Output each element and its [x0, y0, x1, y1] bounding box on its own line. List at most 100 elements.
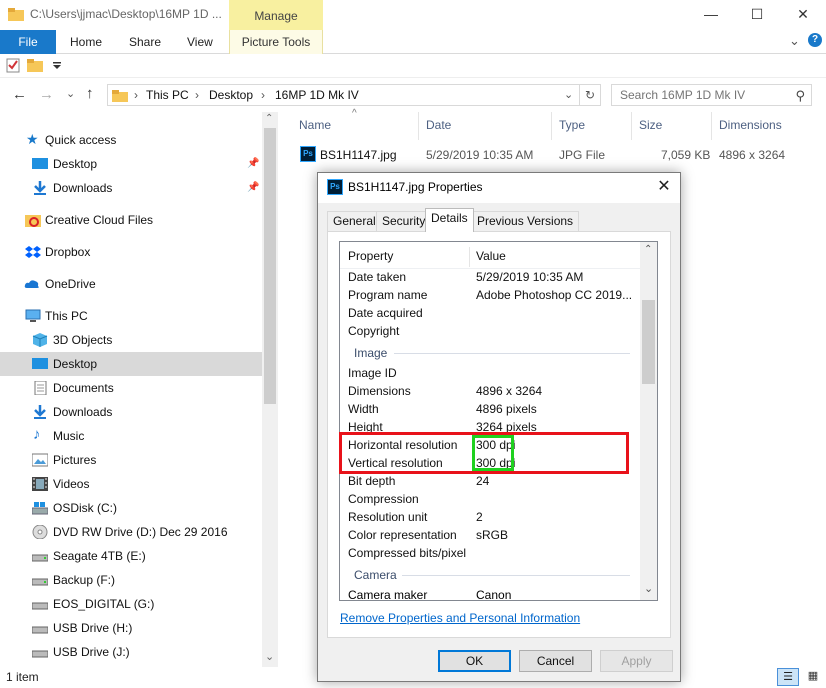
nav-item-eos-digital[interactable]: EOS_DIGITAL (G:) — [0, 592, 262, 616]
nav-item-seagate[interactable]: Seagate 4TB (E:) — [0, 544, 262, 568]
value-camera-maker[interactable]: Canon — [476, 588, 511, 600]
nav-item-documents[interactable]: Documents — [0, 376, 262, 400]
dialog-close-button[interactable]: ✕ — [650, 175, 678, 199]
help-icon[interactable]: ? — [808, 33, 822, 47]
tab-details[interactable]: Details — [425, 208, 474, 232]
property-width[interactable]: Width — [348, 402, 379, 416]
ok-button[interactable]: OK — [438, 650, 511, 672]
pictures-icon — [32, 453, 48, 467]
nav-item-creative-cloud[interactable]: Creative Cloud Files — [0, 208, 262, 232]
nav-item-dropbox[interactable]: Dropbox — [0, 240, 262, 264]
property-copyright[interactable]: Copyright — [348, 324, 399, 338]
value-color-representation[interactable]: sRGB — [476, 528, 508, 542]
customize-toolbar-icon[interactable] — [53, 62, 61, 70]
nav-item-desktop-pinned[interactable]: Desktop 📌 — [0, 152, 262, 176]
nav-item-osdisk[interactable]: OSDisk (C:) — [0, 496, 262, 520]
tab-file[interactable]: File — [0, 30, 56, 54]
column-property[interactable]: Property — [348, 249, 393, 263]
value-date-taken[interactable]: 5/29/2019 10:35 AM — [476, 270, 583, 284]
nav-item-quick-access[interactable]: ★ Quick access — [0, 128, 262, 152]
back-button[interactable]: ← — [12, 86, 27, 103]
details-view-button[interactable]: ☰ — [777, 668, 799, 686]
column-value[interactable]: Value — [476, 249, 506, 263]
property-color-representation[interactable]: Color representation — [348, 528, 457, 542]
value-resolution-unit[interactable]: 2 — [476, 510, 483, 524]
property-image-id[interactable]: Image ID — [348, 366, 397, 380]
properties-icon[interactable] — [6, 58, 20, 73]
nav-item-downloads[interactable]: Downloads — [0, 400, 262, 424]
close-button[interactable]: ✕ — [780, 0, 826, 28]
apply-button[interactable]: Apply — [600, 650, 673, 672]
search-icon[interactable]: ⚲ — [795, 88, 805, 104]
tab-picture-tools[interactable]: Picture Tools — [229, 30, 323, 54]
large-icons-view-button[interactable]: ▦ — [803, 668, 823, 686]
nav-item-music[interactable]: ♪ Music — [0, 424, 262, 448]
refresh-button[interactable]: ↻ — [580, 84, 601, 106]
recent-locations-button[interactable]: ⌄ — [66, 87, 75, 100]
minimize-button[interactable]: — — [688, 0, 734, 28]
tab-general[interactable]: General — [327, 211, 382, 231]
address-bar[interactable]: › This PC › Desktop › 16MP 1D Mk IV ⌄ — [107, 84, 580, 106]
nav-item-dvd-drive[interactable]: DVD RW Drive (D:) Dec 29 2016 — [0, 520, 262, 544]
nav-item-usb-h[interactable]: USB Drive (H:) — [0, 616, 262, 640]
tab-view[interactable]: View — [187, 30, 213, 54]
property-bit-depth[interactable]: Bit depth — [348, 474, 395, 488]
breadcrumb-folder[interactable]: 16MP 1D Mk IV — [275, 88, 359, 102]
tab-share[interactable]: Share — [129, 30, 161, 54]
file-name[interactable]: BS1H1147.jpg — [320, 148, 397, 162]
value-dimensions[interactable]: 4896 x 3264 — [476, 384, 542, 398]
column-type[interactable]: Type — [559, 118, 585, 132]
maximize-button[interactable]: ☐ — [734, 0, 780, 28]
property-compression[interactable]: Compression — [348, 492, 419, 506]
cancel-button[interactable]: Cancel — [519, 650, 592, 672]
property-dimensions[interactable]: Dimensions — [348, 384, 411, 398]
scroll-up-icon[interactable]: ⌃ — [265, 113, 273, 124]
search-input[interactable] — [612, 85, 790, 105]
search-box[interactable]: ⚲ — [611, 84, 812, 106]
up-button[interactable]: ↑ — [86, 85, 94, 102]
address-dropdown-icon[interactable]: ⌄ — [564, 88, 573, 101]
nav-item-usb-j[interactable]: USB Drive (J:) — [0, 640, 262, 664]
breadcrumb-this-pc[interactable]: This PC — [146, 88, 189, 102]
quick-access-toolbar — [0, 54, 826, 78]
properties-scroll-thumb[interactable] — [642, 300, 655, 384]
column-name[interactable]: Name — [299, 118, 331, 132]
pin-icon[interactable]: 📌 — [247, 152, 259, 176]
property-program-name[interactable]: Program name — [348, 288, 427, 302]
value-program-name[interactable]: Adobe Photoshop CC 2019... — [476, 288, 632, 302]
column-size[interactable]: Size — [639, 118, 662, 132]
nav-item-downloads-pinned[interactable]: Downloads 📌 — [0, 176, 262, 200]
dialog-title: BS1H1147.jpg Properties — [348, 180, 483, 194]
pin-icon[interactable]: 📌 — [247, 176, 259, 200]
expand-ribbon-icon[interactable]: ⌄ — [789, 33, 800, 49]
tab-security[interactable]: Security — [376, 211, 432, 231]
property-resolution-unit[interactable]: Resolution unit — [348, 510, 427, 524]
nav-item-onedrive[interactable]: OneDrive — [0, 272, 262, 296]
property-camera-maker[interactable]: Camera maker — [348, 588, 427, 600]
nav-item-backup[interactable]: Backup (F:) — [0, 568, 262, 592]
manage-contextual-tab[interactable]: Manage — [229, 0, 323, 30]
nav-item-videos[interactable]: Videos — [0, 472, 262, 496]
value-bit-depth[interactable]: 24 — [476, 474, 489, 488]
properties-scrollbar[interactable] — [640, 242, 657, 600]
column-dimensions[interactable]: Dimensions — [719, 118, 782, 132]
nav-item-desktop[interactable]: Desktop — [0, 352, 262, 376]
scroll-down-icon[interactable]: ⌄ — [644, 582, 653, 595]
property-compressed-bits[interactable]: Compressed bits/pixel — [348, 546, 466, 560]
scroll-up-icon[interactable]: ⌃ — [644, 244, 652, 255]
nav-item-this-pc[interactable]: This PC — [0, 304, 262, 328]
column-date[interactable]: Date — [426, 118, 451, 132]
nav-scroll-thumb[interactable] — [264, 128, 276, 404]
breadcrumb-desktop[interactable]: Desktop — [209, 88, 253, 102]
nav-item-3d-objects[interactable]: 3D Objects — [0, 328, 262, 352]
scroll-down-icon[interactable]: ⌄ — [265, 650, 274, 663]
new-folder-icon[interactable] — [27, 58, 43, 72]
tab-previous-versions[interactable]: Previous Versions — [471, 211, 580, 231]
property-date-acquired[interactable]: Date acquired — [348, 306, 423, 320]
tab-home[interactable]: Home — [70, 30, 102, 54]
property-date-taken[interactable]: Date taken — [348, 270, 406, 284]
remove-properties-link[interactable]: Remove Properties and Personal Informati… — [340, 611, 580, 625]
value-width[interactable]: 4896 pixels — [476, 402, 537, 416]
forward-button[interactable]: → — [39, 86, 54, 103]
nav-item-pictures[interactable]: Pictures — [0, 448, 262, 472]
